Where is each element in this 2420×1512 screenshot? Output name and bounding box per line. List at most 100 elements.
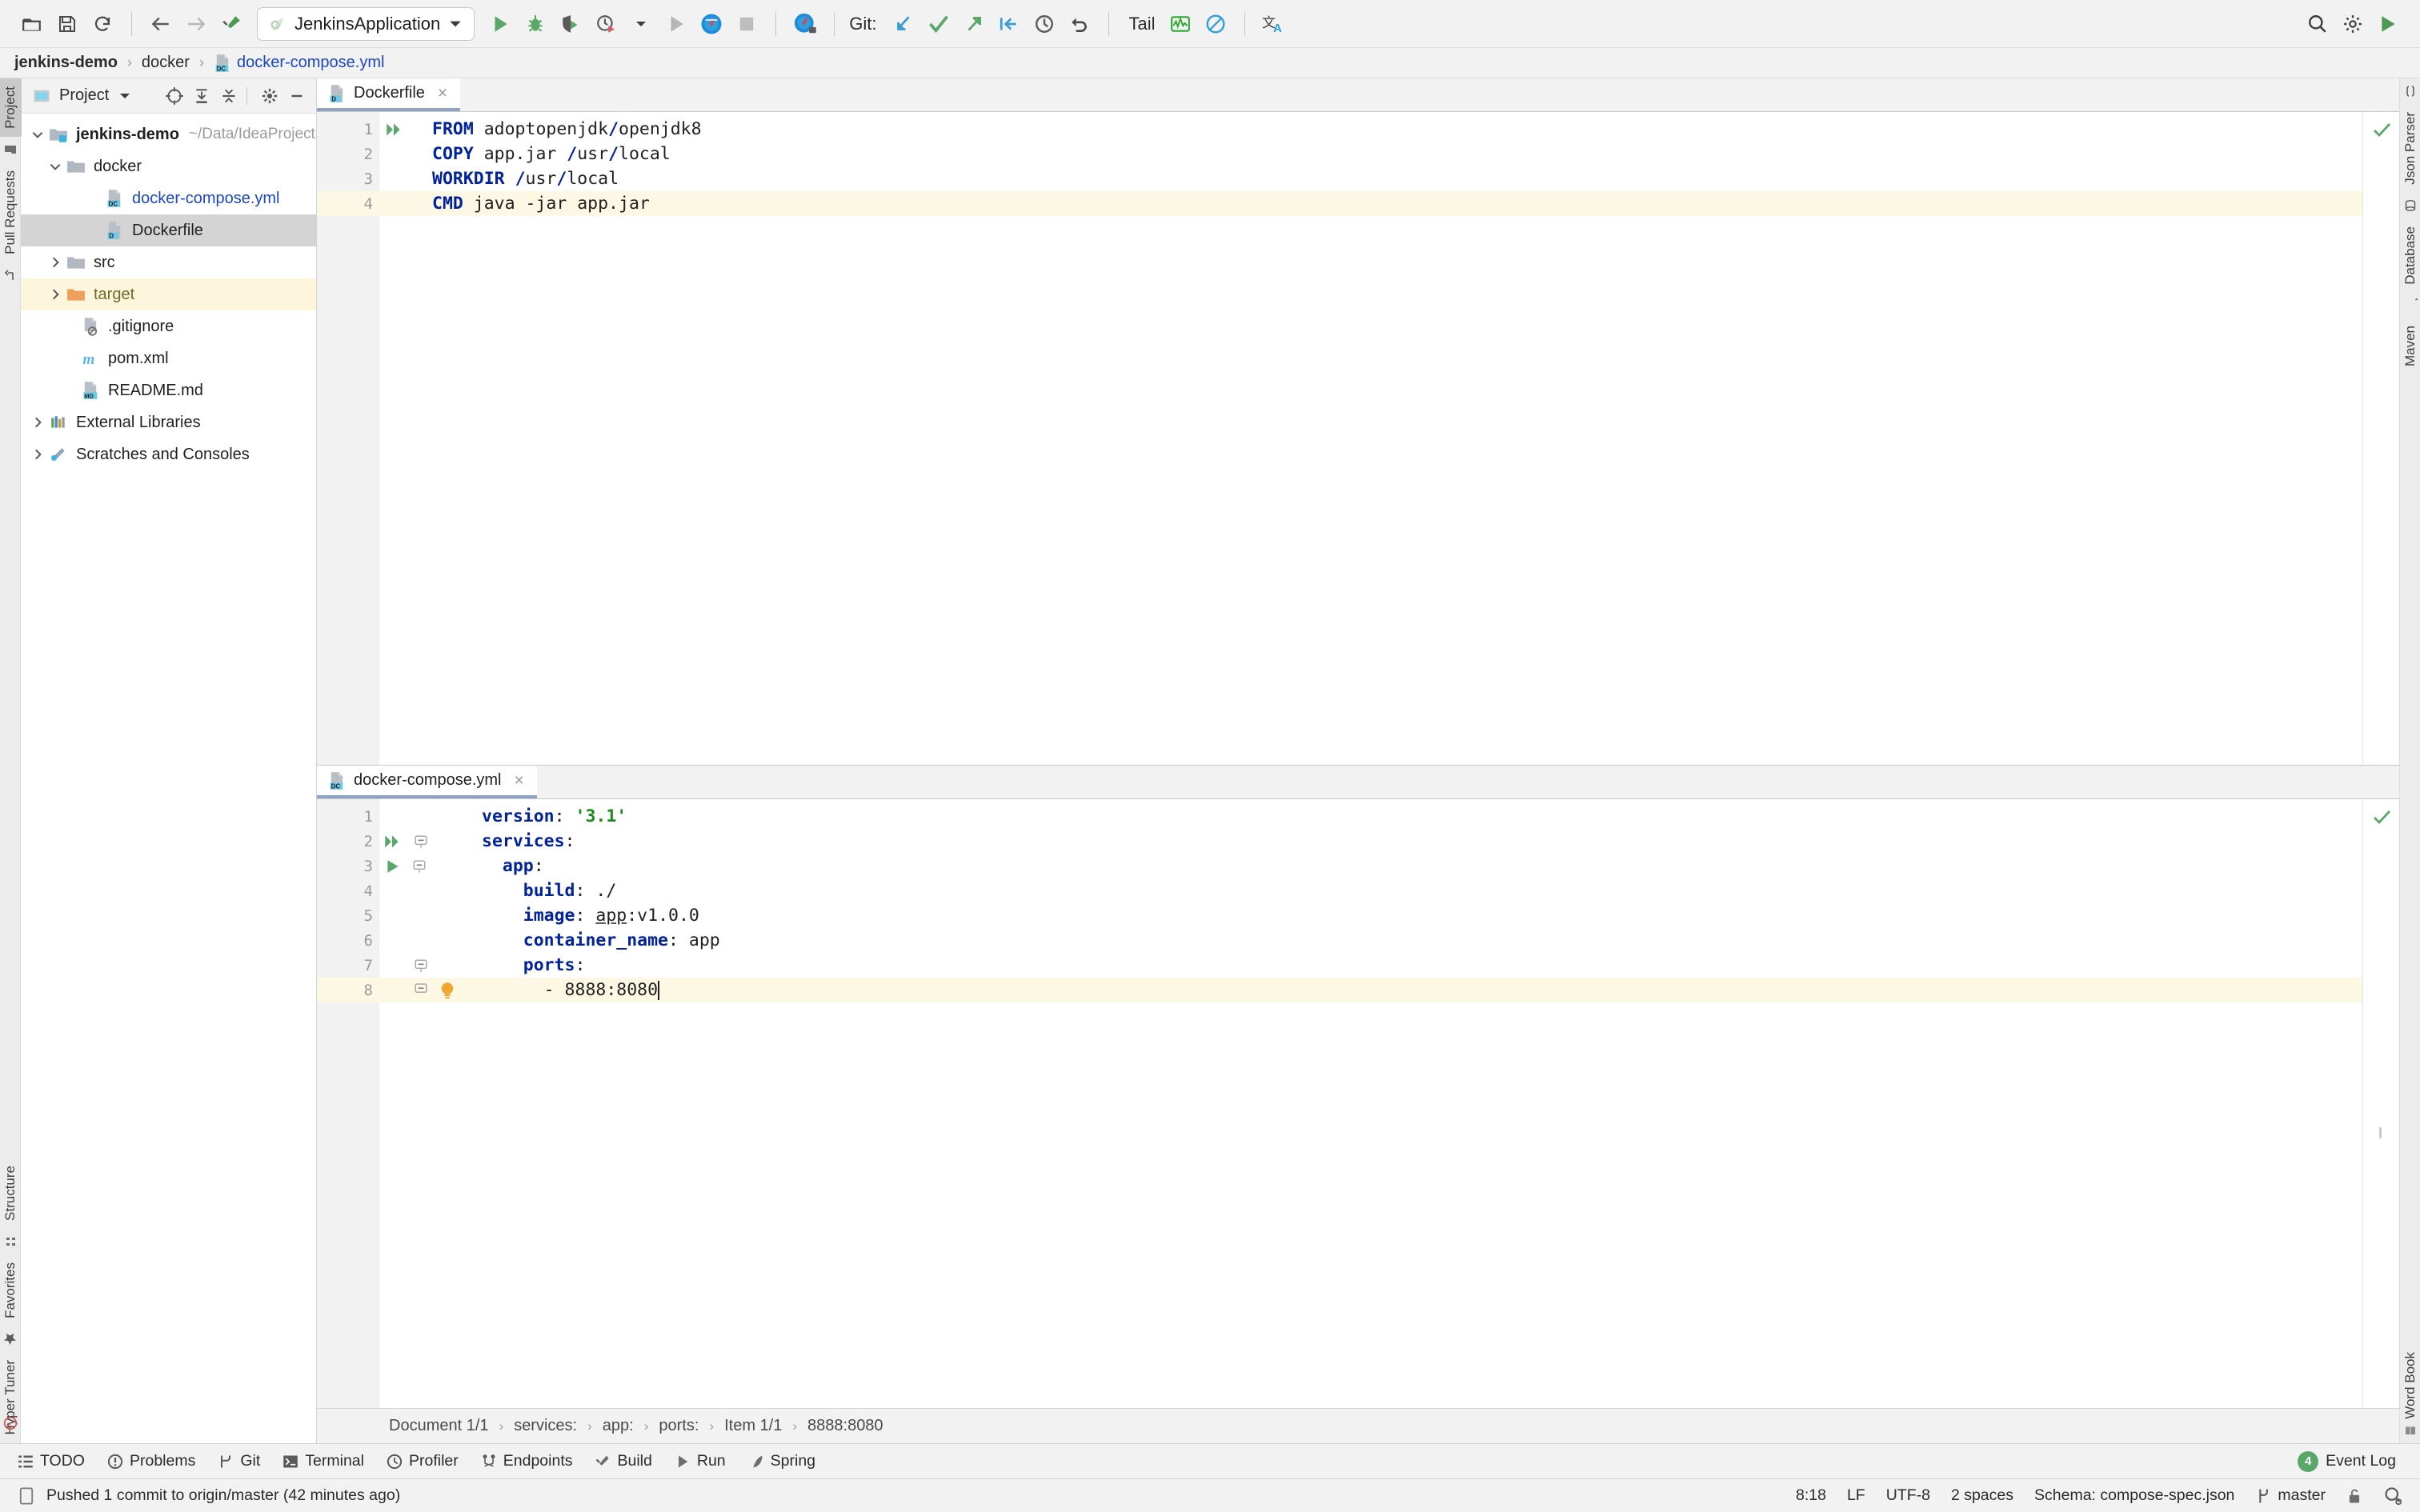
chevron-right-icon[interactable]: [45, 255, 66, 270]
close-icon[interactable]: ×: [438, 84, 447, 103]
inspection-gutter-top[interactable]: [2362, 112, 2399, 765]
locate-icon[interactable]: [163, 85, 186, 107]
open-folder-icon[interactable]: [14, 6, 50, 42]
tool-button-todo[interactable]: TODO: [18, 1452, 85, 1470]
tree-item-docker[interactable]: docker: [21, 150, 316, 182]
tab-dockerfile[interactable]: D Dockerfile ×: [317, 78, 460, 111]
tab-docker-compose-yml[interactable]: DC docker-compose.yml ×: [317, 766, 537, 798]
breadcrumb-value[interactable]: 8888:8080: [807, 1417, 883, 1435]
maven-icon[interactable]: m: [2403, 292, 2418, 318]
tool-button-run[interactable]: Run: [675, 1452, 726, 1470]
unlock-icon[interactable]: [2346, 1487, 2362, 1505]
chevron-right-icon[interactable]: [27, 415, 48, 430]
breadcrumb-item-file[interactable]: DC docker-compose.yml: [214, 54, 385, 73]
tree-item-external-libraries[interactable]: External Libraries: [21, 406, 316, 438]
tree-item-gitignore[interactable]: .gitignore: [21, 310, 316, 342]
status-encoding[interactable]: UTF-8: [1886, 1486, 1930, 1505]
tool-button-endpoints[interactable]: Endpoints: [481, 1452, 573, 1470]
event-log-button[interactable]: 4 Event Log: [2298, 1451, 2396, 1472]
gear-icon[interactable]: [258, 85, 281, 107]
database-icon[interactable]: [2404, 193, 2417, 218]
code-content-top[interactable]: FROM adoptopenjdk/openjdk8 COPY app.jar …: [426, 112, 2362, 765]
breadcrumb-item[interactable]: Item 1/1: [724, 1417, 782, 1435]
dashboard-plug-icon[interactable]: [787, 6, 823, 42]
hide-icon[interactable]: [286, 85, 308, 107]
profiler-icon[interactable]: [588, 6, 623, 42]
status-schema[interactable]: Schema: compose-spec.json: [2034, 1486, 2234, 1505]
inspection-gutter-bottom[interactable]: [2362, 799, 2399, 1408]
chevron-down-icon[interactable]: [45, 159, 66, 174]
collapse-all-icon[interactable]: [218, 85, 240, 107]
chart-line-icon[interactable]: [1163, 6, 1198, 42]
sidebar-item-database[interactable]: Database: [2399, 218, 2420, 293]
fold-minus-icon[interactable]: [413, 859, 426, 874]
git-push-icon[interactable]: [956, 6, 992, 42]
code-content-bottom[interactable]: version: '3.1' services: app: build: ./ …: [475, 799, 2362, 1408]
sidebar-item-word-book[interactable]: Word Book: [2399, 1344, 2420, 1427]
tree-item-pom-xml[interactable]: m pom.xml: [21, 342, 316, 374]
tree-item-jenkins-demo[interactable]: jenkins-demo ~/Data/IdeaProjects/jenkins…: [21, 118, 316, 150]
notification-icon[interactable]: [18, 1486, 35, 1506]
tool-button-build[interactable]: Build: [595, 1452, 651, 1470]
breadcrumb-ports[interactable]: ports:: [659, 1417, 699, 1435]
chevron-down-icon[interactable]: [448, 17, 463, 31]
search-icon[interactable]: [2300, 6, 2335, 42]
git-update-icon[interactable]: [992, 6, 1027, 42]
sidebar-item-json-parser[interactable]: Json Parser: [2399, 104, 2420, 193]
close-icon[interactable]: ×: [515, 771, 524, 790]
tool-button-spring[interactable]: Spring: [748, 1452, 815, 1470]
breadcrumb-app[interactable]: app:: [603, 1417, 634, 1435]
status-caret-position[interactable]: 8:18: [1796, 1486, 1826, 1505]
status-message[interactable]: Pushed 1 commit to origin/master (42 min…: [46, 1486, 400, 1505]
tree-item-readme-md[interactable]: MD README.md: [21, 374, 316, 406]
expand-all-icon[interactable]: [190, 85, 213, 107]
translate-icon[interactable]: 文A: [1256, 6, 1292, 42]
tool-button-profiler[interactable]: Profiler: [387, 1452, 459, 1470]
breadcrumb-item-folder[interactable]: docker: [142, 54, 190, 72]
tool-button-git[interactable]: Git: [218, 1452, 260, 1470]
git-pull-icon[interactable]: [886, 6, 921, 42]
chevron-down-icon[interactable]: [27, 127, 48, 142]
tree-item-dockerfile[interactable]: D Dockerfile: [21, 214, 316, 246]
tuner-icon[interactable]: [3, 1410, 18, 1437]
chevron-right-icon[interactable]: [27, 447, 48, 462]
status-branch[interactable]: master: [2255, 1486, 2326, 1505]
pull-request-icon[interactable]: [4, 262, 17, 288]
run-icon[interactable]: [379, 854, 475, 878]
tail-label[interactable]: Tail: [1128, 14, 1155, 34]
braces-icon[interactable]: [2404, 78, 2417, 104]
tree-item-scratches-and-consoles[interactable]: Scratches and Consoles: [21, 438, 316, 470]
chevron-down-icon[interactable]: [623, 6, 659, 42]
git-history-icon[interactable]: [1027, 6, 1062, 42]
save-icon[interactable]: [50, 6, 85, 42]
breadcrumb-services[interactable]: services:: [514, 1417, 577, 1435]
dashboard-icon[interactable]: [694, 6, 729, 42]
sidebar-item-structure[interactable]: Structure: [0, 1158, 22, 1229]
back-arrow-icon[interactable]: [143, 6, 178, 42]
star-icon[interactable]: [3, 1326, 17, 1352]
sidebar-item-pull-requests[interactable]: Pull Requests: [0, 162, 22, 262]
tree-item-docker-compose-yml[interactable]: DC docker-compose.yml: [21, 182, 316, 214]
sidebar-item-project[interactable]: Project: [0, 78, 22, 137]
sidebar-item-maven[interactable]: Maven: [2399, 318, 2420, 374]
status-line-separator[interactable]: LF: [1847, 1486, 1865, 1505]
tool-button-problems[interactable]: Problems: [107, 1452, 195, 1470]
tree-item-target[interactable]: target: [21, 278, 316, 310]
intention-bulb-icon[interactable]: [379, 978, 475, 1002]
breadcrumb-document[interactable]: Document 1/1: [389, 1417, 489, 1435]
fold-minus-icon[interactable]: [415, 834, 427, 849]
forward-arrow-icon[interactable]: [178, 6, 214, 42]
run-with-coverage-icon[interactable]: [553, 6, 588, 42]
tree-item-src[interactable]: src: [21, 246, 316, 278]
git-commit-check-icon[interactable]: [921, 6, 956, 42]
chevron-right-icon[interactable]: [45, 287, 66, 302]
build-hammer-icon[interactable]: [214, 6, 249, 42]
debug-icon[interactable]: [518, 6, 553, 42]
git-rollback-icon[interactable]: [1062, 6, 1097, 42]
run-double-icon[interactable]: [379, 117, 426, 142]
run-green-icon[interactable]: [2370, 6, 2406, 42]
run-configuration-selector[interactable]: JenkinsApplication: [257, 7, 475, 41]
inspection-icon[interactable]: [2383, 1486, 2402, 1506]
run-double-icon[interactable]: [379, 829, 475, 854]
structure-icon[interactable]: [4, 1229, 17, 1254]
